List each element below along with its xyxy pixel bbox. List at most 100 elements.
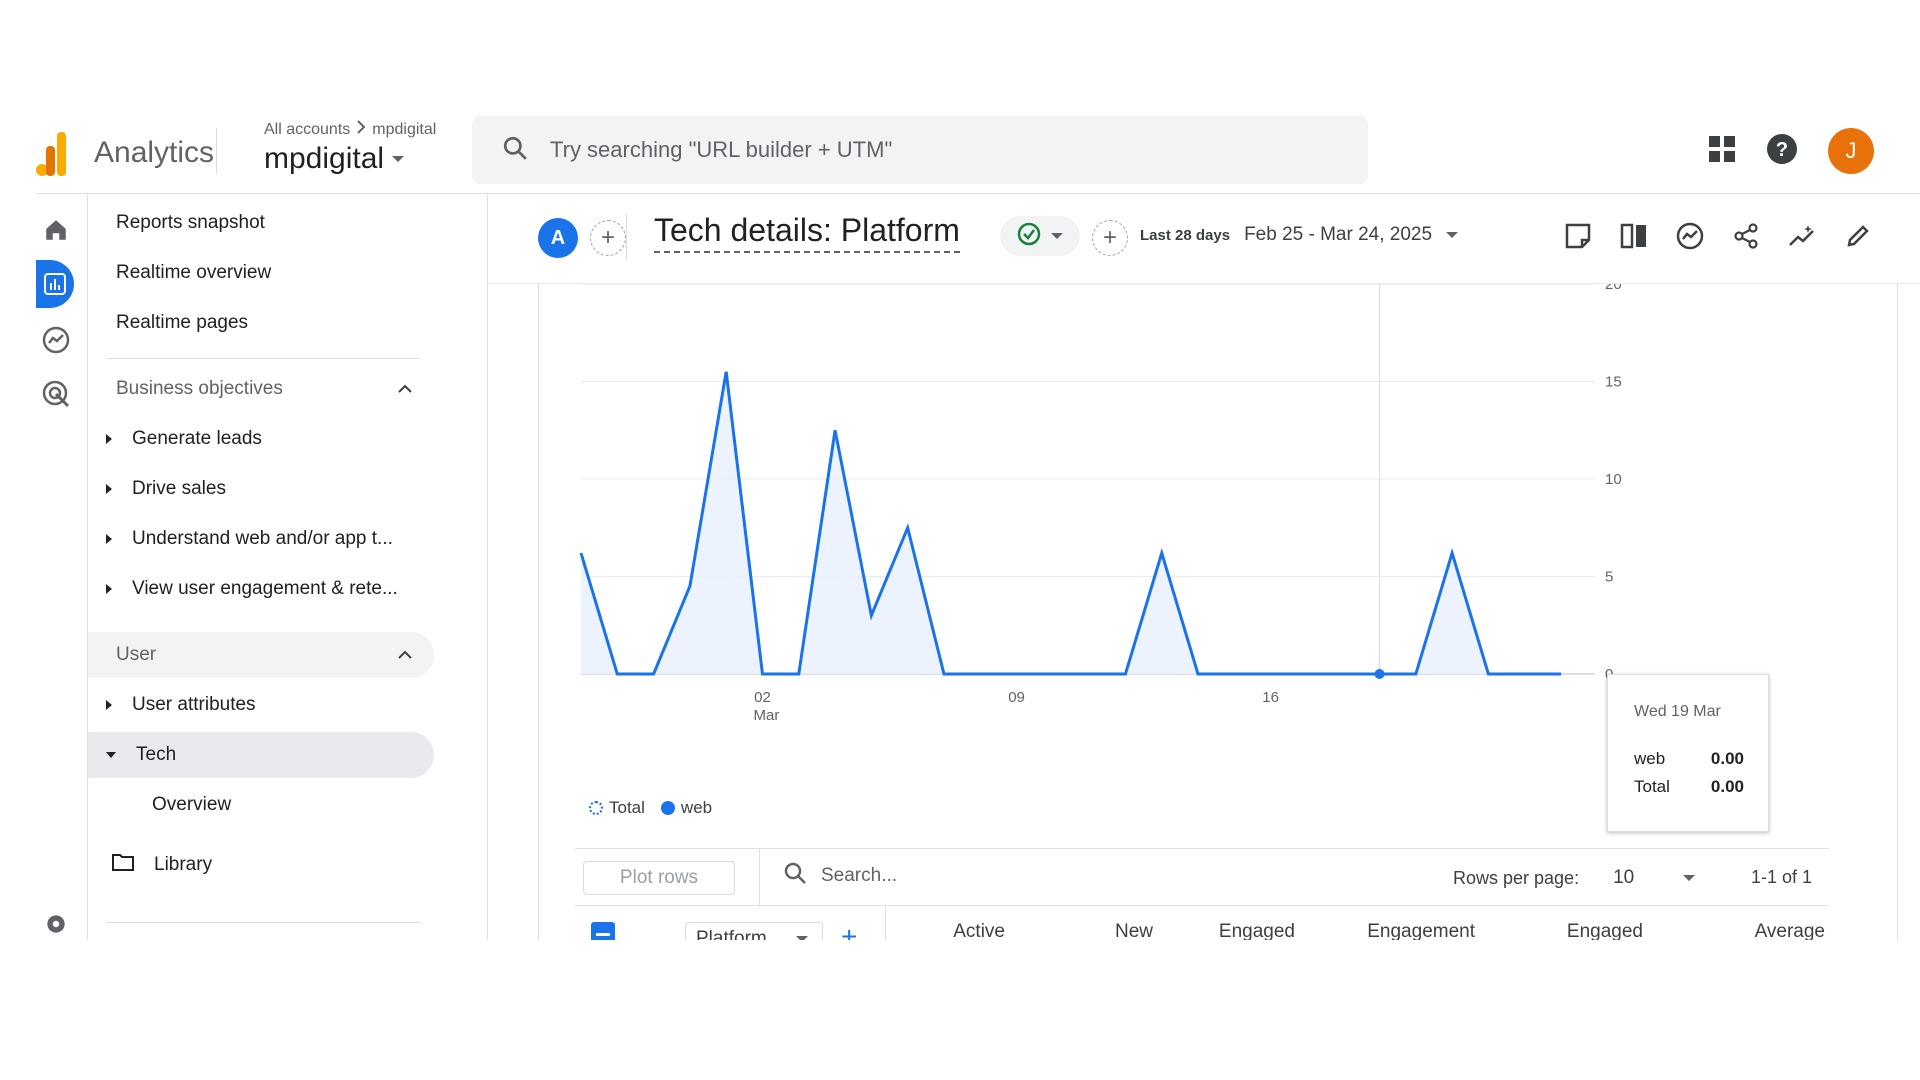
global-search[interactable]: Try searching "URL builder + UTM" bbox=[472, 116, 1368, 184]
nav-user-attributes[interactable]: User attributes bbox=[88, 682, 434, 728]
rows-per-page-select[interactable]: 10 bbox=[1613, 867, 1683, 889]
annotation-icon[interactable] bbox=[1562, 216, 1594, 256]
nav-realtime-overview[interactable]: Realtime overview bbox=[116, 250, 271, 296]
reports-sidebar: Reports snapshot Realtime overview Realt… bbox=[88, 194, 488, 940]
add-comparison-button[interactable]: + bbox=[590, 220, 626, 256]
table-search-placeholder: Search... bbox=[821, 865, 898, 886]
top-bar: Analytics All accounts mpdigital mpdigit… bbox=[36, 110, 1920, 194]
dimension-label: Platform bbox=[696, 928, 767, 940]
data-point bbox=[1374, 669, 1385, 679]
nav-tech-overview[interactable]: Overview bbox=[88, 782, 434, 828]
insights-icon[interactable] bbox=[1674, 216, 1706, 256]
breadcrumb-account[interactable]: mpdigital bbox=[372, 121, 436, 139]
plot-rows-button[interactable]: Plot rows bbox=[583, 861, 735, 895]
sidebar-separator bbox=[106, 922, 420, 923]
nav-reports-snapshot[interactable]: Reports snapshot bbox=[116, 200, 265, 246]
rows-per-page-label: Rows per page: bbox=[1453, 867, 1580, 888]
nav-user-engagement[interactable]: View user engagement & rete... bbox=[88, 566, 434, 612]
x-tick-label: 16 bbox=[1262, 689, 1279, 706]
column-header-text: New bbox=[1114, 921, 1153, 940]
legend-swatch bbox=[660, 801, 675, 815]
column-header-text: Average bbox=[1754, 921, 1825, 940]
column-header[interactable]: Engagedsessionsper active bbox=[1561, 918, 1643, 940]
nav-tech[interactable]: Tech bbox=[88, 732, 434, 778]
tooltip-row-total: Total 0.00 bbox=[1634, 777, 1744, 797]
report-title[interactable]: Tech details: Platform bbox=[654, 212, 960, 253]
report-status-menu[interactable] bbox=[1000, 216, 1080, 256]
reports-icon[interactable] bbox=[36, 260, 74, 308]
table-search[interactable]: Search... bbox=[783, 861, 897, 891]
column-header[interactable]: Newusers bbox=[1107, 918, 1153, 940]
comparison-segment-a[interactable]: A bbox=[538, 218, 578, 258]
breadcrumb-root[interactable]: All accounts bbox=[264, 121, 350, 139]
property-name: mpdigital bbox=[264, 142, 385, 175]
apps-grid-icon[interactable] bbox=[1708, 135, 1736, 168]
column-header[interactable]: Activeusers bbox=[953, 918, 1005, 940]
nav-library[interactable]: Library bbox=[88, 842, 434, 888]
expand-arrow-icon bbox=[106, 700, 112, 710]
tooltip-row-web: web 0.00 bbox=[1634, 749, 1744, 769]
admin-gear-icon[interactable] bbox=[36, 904, 76, 940]
column-header[interactable]: Averageengagementtime per bbox=[1719, 918, 1825, 940]
nav-generate-leads[interactable]: Generate leads bbox=[88, 416, 434, 462]
x-tick-sublabel: Mar bbox=[754, 707, 780, 724]
column-header[interactable]: Engagedsessions bbox=[1218, 918, 1295, 940]
collapse-arrow-icon bbox=[106, 752, 116, 758]
section-business-objectives[interactable]: Business objectives bbox=[88, 366, 434, 412]
nav-label: Drive sales bbox=[132, 478, 226, 499]
svg-text:?: ? bbox=[1776, 139, 1788, 161]
top-actions: ? J bbox=[1708, 128, 1874, 174]
series-area-web bbox=[581, 371, 1561, 674]
report-header: A + Tech details: Platform + Last 28 day… bbox=[488, 194, 1920, 284]
dimension-select[interactable]: Platform bbox=[685, 922, 823, 940]
tooltip-date: Wed 19 Mar bbox=[1634, 703, 1721, 720]
avatar[interactable]: J bbox=[1828, 128, 1874, 174]
nav-drive-sales[interactable]: Drive sales bbox=[88, 466, 434, 512]
legend-swatch bbox=[589, 801, 603, 815]
legend-item-web[interactable]: web bbox=[660, 798, 712, 818]
home-icon[interactable] bbox=[36, 210, 76, 250]
tooltip-label: web bbox=[1634, 749, 1666, 768]
section-label: User bbox=[116, 644, 157, 665]
help-icon[interactable]: ? bbox=[1766, 133, 1798, 170]
search-placeholder: Try searching "URL builder + UTM" bbox=[550, 137, 893, 162]
add-filter-button[interactable]: + bbox=[1092, 220, 1128, 256]
select-all-checkbox[interactable] bbox=[591, 922, 615, 940]
section-user[interactable]: User bbox=[88, 632, 434, 678]
legend-item-total[interactable]: Total bbox=[589, 798, 645, 818]
compare-icon[interactable] bbox=[1618, 216, 1650, 256]
nav-label: View user engagement & rete... bbox=[132, 578, 398, 599]
add-dimension-button[interactable]: + bbox=[841, 922, 857, 941]
caret-down-icon bbox=[392, 156, 405, 162]
analytics-logo[interactable] bbox=[36, 132, 68, 176]
search-icon bbox=[502, 135, 528, 166]
nav-label: Tech bbox=[136, 744, 177, 765]
column-header-text: Active bbox=[953, 921, 1005, 940]
expand-arrow-icon bbox=[106, 484, 112, 494]
share-icon[interactable] bbox=[1730, 216, 1762, 256]
nav-realtime-pages[interactable]: Realtime pages bbox=[116, 300, 248, 346]
column-header[interactable]: Engagementrate bbox=[1367, 918, 1475, 940]
search-icon bbox=[783, 861, 807, 891]
expand-arrow-icon bbox=[106, 534, 112, 544]
caret-down-icon[interactable] bbox=[1683, 875, 1696, 881]
title-divider bbox=[626, 214, 627, 260]
expand-arrow-icon bbox=[106, 584, 112, 594]
edit-pencil-icon[interactable] bbox=[1842, 216, 1874, 256]
breadcrumb[interactable]: All accounts mpdigital bbox=[264, 120, 436, 139]
explore-icon[interactable] bbox=[36, 320, 76, 360]
column-header-text: Engagement bbox=[1367, 921, 1475, 940]
table-header: Platform + Activeusers Newusers Engagedses… bbox=[575, 906, 1829, 940]
nav-understand-web-app[interactable]: Understand web and/or app t... bbox=[88, 516, 434, 562]
rows-per-page: Rows per page: 10 bbox=[1453, 867, 1696, 889]
tooltip-value: 0.00 bbox=[1710, 749, 1744, 768]
property-selector[interactable]: mpdigital bbox=[264, 142, 405, 176]
trend-sparkle-icon[interactable] bbox=[1786, 216, 1818, 256]
header-divider bbox=[216, 128, 217, 174]
caret-down-icon bbox=[796, 936, 808, 940]
nav-label: Overview bbox=[152, 794, 232, 815]
advertising-icon[interactable] bbox=[36, 374, 76, 414]
date-range-picker[interactable]: Last 28 days Feb 25 - Mar 24, 2025 bbox=[1140, 224, 1459, 246]
check-circle-icon bbox=[1017, 222, 1041, 251]
tooltip-value: 0.00 bbox=[1710, 777, 1744, 796]
